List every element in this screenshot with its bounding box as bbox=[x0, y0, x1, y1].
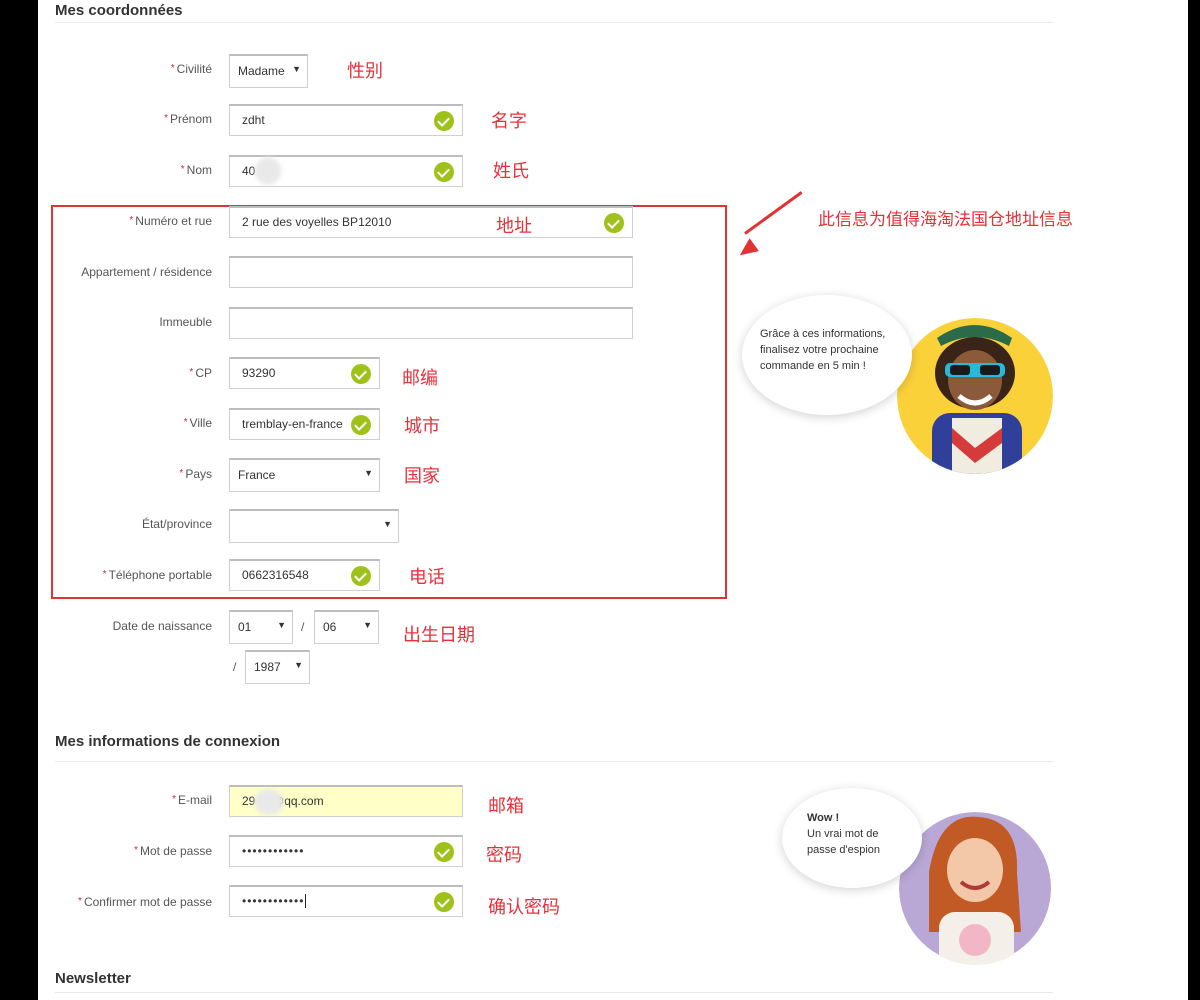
confirm-password-input[interactable]: •••••••••••• bbox=[229, 885, 463, 917]
note-email: 邮箱 bbox=[488, 796, 524, 817]
chevron-down-icon: ▼ bbox=[363, 620, 372, 630]
section-title-newsletter: Newsletter bbox=[55, 970, 131, 987]
password-input[interactable]: •••••••••••• bbox=[229, 835, 463, 867]
check-icon bbox=[434, 842, 454, 862]
telephone-input[interactable]: 0662316548 bbox=[229, 559, 380, 591]
note-nom: 姓氏 bbox=[493, 161, 529, 182]
civilite-select[interactable]: Madame ▼ bbox=[229, 54, 308, 88]
check-icon bbox=[351, 566, 371, 586]
appartement-label: Appartement / résidence bbox=[81, 265, 212, 279]
birth-month-select[interactable]: 06 ▼ bbox=[314, 610, 379, 644]
note-pays: 国家 bbox=[404, 466, 440, 487]
section-divider bbox=[55, 992, 1053, 993]
prenom-label: * Prénom bbox=[164, 112, 212, 126]
right-frame-border bbox=[1188, 0, 1200, 1000]
note-civilite: 性别 bbox=[347, 61, 383, 82]
nom-label: * Nom bbox=[180, 163, 212, 177]
chevron-down-icon: ▼ bbox=[294, 660, 303, 670]
cp-label: * CP bbox=[189, 366, 212, 380]
note-telephone: 电话 bbox=[409, 567, 445, 588]
chevron-down-icon: ▼ bbox=[292, 64, 301, 74]
note-password: 密码 bbox=[486, 845, 522, 866]
etat-label: État/province bbox=[141, 517, 212, 531]
naissance-label: Date de naissance bbox=[112, 619, 212, 633]
nom-input[interactable]: 40 bbox=[229, 155, 463, 187]
note-prenom: 名字 bbox=[491, 111, 527, 132]
pays-select[interactable]: France ▼ bbox=[229, 458, 380, 492]
etat-select[interactable]: ▼ bbox=[229, 509, 399, 543]
redaction-blur bbox=[255, 157, 281, 185]
note-confirm: 确认密码 bbox=[488, 897, 560, 918]
check-icon bbox=[434, 111, 454, 131]
email-input[interactable]: 29 73@qq.com bbox=[229, 785, 463, 817]
civilite-label: * Civilité bbox=[170, 62, 212, 76]
check-icon bbox=[434, 162, 454, 182]
immeuble-label: Immeuble bbox=[159, 315, 212, 329]
section-divider bbox=[55, 761, 1053, 762]
section-divider bbox=[55, 22, 1053, 23]
note-naissance: 出生日期 bbox=[403, 625, 475, 646]
annotation-arrow-line bbox=[744, 191, 803, 235]
redaction-blur bbox=[254, 789, 284, 815]
speech-bubble-password: Wow ! Un vrai mot de passe d'espion bbox=[782, 788, 922, 888]
confirm-password-label: * Confirmer mot de passe bbox=[78, 895, 212, 909]
note-adresse: 地址 bbox=[496, 216, 532, 237]
chevron-down-icon: ▼ bbox=[277, 620, 286, 630]
chevron-down-icon: ▼ bbox=[383, 519, 392, 529]
check-icon bbox=[351, 364, 371, 384]
section-title-connexion: Mes informations de connexion bbox=[55, 733, 281, 750]
section-title-coordonnees: Mes coordonnées bbox=[55, 2, 183, 19]
address-annotation-note: 此信息为值得海淘法国仓地址信息 bbox=[818, 210, 1073, 230]
civilite-value: Madame bbox=[238, 64, 285, 78]
birth-day-select[interactable]: 01 ▼ bbox=[229, 610, 293, 644]
email-label: * E-mail bbox=[172, 793, 212, 807]
check-icon bbox=[351, 415, 371, 435]
date-separator: / bbox=[301, 620, 305, 634]
adresse-input[interactable]: 2 rue des voyelles BP12010 bbox=[229, 206, 633, 238]
immeuble-input[interactable] bbox=[229, 307, 633, 339]
date-separator: / bbox=[233, 660, 237, 674]
ville-input[interactable]: tremblay-en-france bbox=[229, 408, 380, 440]
check-icon bbox=[604, 213, 624, 233]
text-cursor bbox=[305, 894, 307, 908]
prenom-input[interactable]: zdht bbox=[229, 104, 463, 136]
cp-input[interactable]: 93290 bbox=[229, 357, 380, 389]
chevron-down-icon: ▼ bbox=[364, 468, 373, 478]
password-label: * Mot de passe bbox=[134, 844, 212, 858]
telephone-label: * Téléphone portable bbox=[102, 568, 212, 582]
birth-year-select[interactable]: 1987 ▼ bbox=[245, 650, 310, 684]
kid-boy-image bbox=[897, 318, 1053, 474]
note-ville: 城市 bbox=[404, 416, 440, 437]
adresse-label: * Numéro et rue bbox=[129, 214, 212, 228]
appartement-input[interactable] bbox=[229, 256, 633, 288]
speech-bubble-info: Grâce à ces informations, finalisez votr… bbox=[742, 295, 912, 415]
ville-label: * Ville bbox=[183, 416, 212, 430]
pays-label: * Pays bbox=[179, 467, 212, 481]
check-icon bbox=[434, 892, 454, 912]
note-cp: 邮编 bbox=[402, 368, 438, 389]
annotation-arrow-head bbox=[735, 238, 759, 262]
